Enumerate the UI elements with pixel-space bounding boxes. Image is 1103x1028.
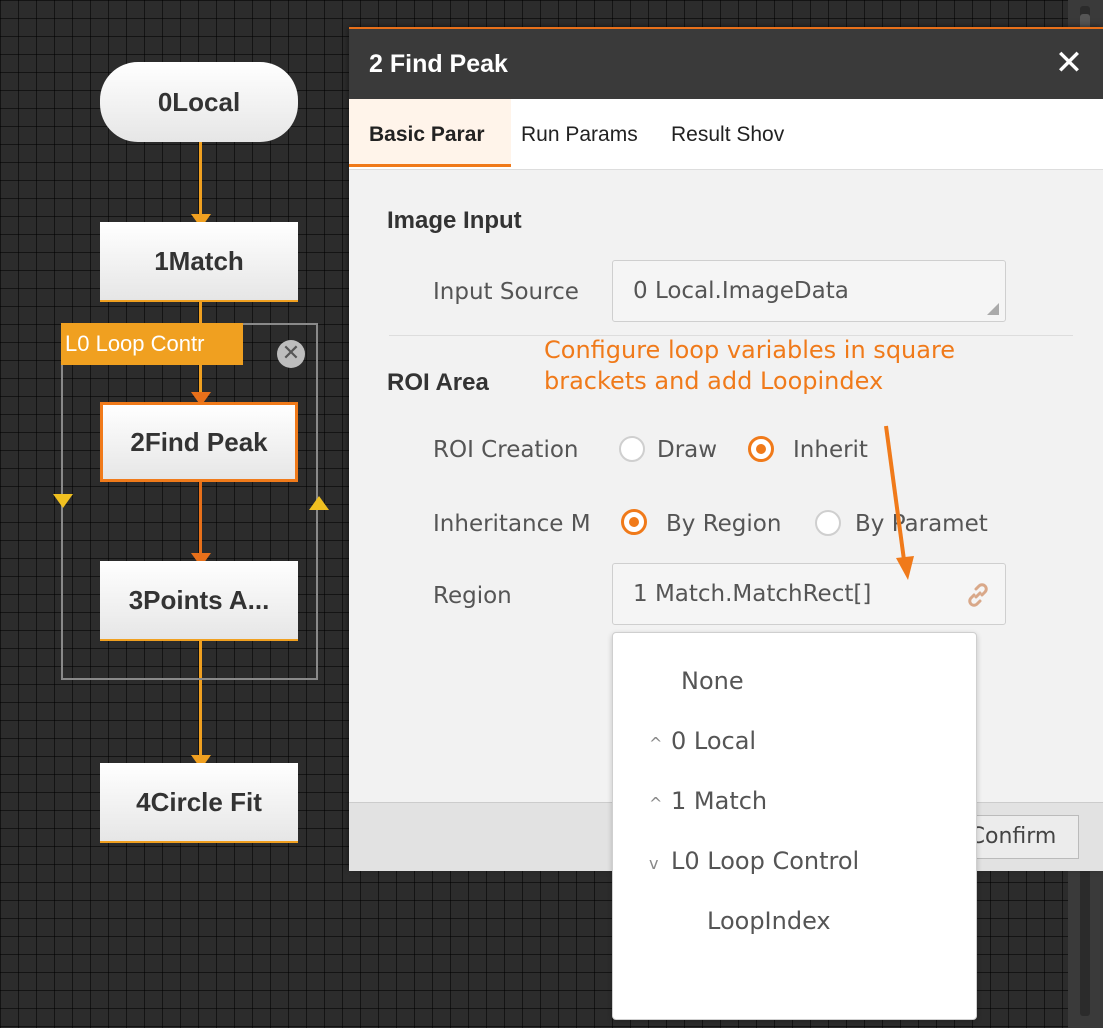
- input-source-select[interactable]: 0 Local.ImageData: [612, 260, 1006, 322]
- radio-by-parameter[interactable]: [815, 510, 841, 536]
- radio-by-region[interactable]: [621, 509, 647, 535]
- tab-bar: Basic Parar Run Params Result Shov: [349, 99, 1103, 170]
- annotation-arrow: [884, 425, 914, 580]
- tab-result-show[interactable]: Result Shov: [671, 99, 809, 167]
- radio-by-region-label[interactable]: By Region: [666, 511, 781, 537]
- tab-basic-params[interactable]: Basic Parar: [349, 99, 511, 167]
- dropdown-item-label: L0 Loop Control: [671, 847, 860, 875]
- flow-node-find-peak[interactable]: 2Find Peak: [100, 402, 298, 482]
- dropdown-item-label: 1 Match: [671, 787, 768, 815]
- region-label: Region: [433, 583, 512, 609]
- tab-run-params[interactable]: Run Params: [521, 99, 655, 167]
- flow-node-match[interactable]: 1Match: [100, 222, 298, 302]
- dropdown-corner-icon: [987, 303, 999, 315]
- roi-creation-label: ROI Creation: [433, 437, 579, 463]
- link-icon[interactable]: [965, 582, 991, 608]
- roi-area-heading: ROI Area: [387, 369, 489, 396]
- dropdown-item-loop-control[interactable]: v L0 Loop Control: [649, 847, 859, 875]
- close-icon[interactable]: ✕: [1049, 45, 1089, 81]
- input-source-value: 0 Local.ImageData: [633, 278, 849, 304]
- chevron-up-icon: ^: [649, 794, 663, 813]
- dropdown-item-label: LoopIndex: [707, 907, 831, 935]
- inheritance-mode-label: Inheritance M: [433, 511, 591, 537]
- radio-inherit[interactable]: [748, 436, 774, 462]
- dropdown-item-loopindex[interactable]: LoopIndex: [707, 907, 831, 935]
- flow-node-local[interactable]: 0Local: [100, 62, 298, 142]
- loop-control-label[interactable]: L0 Loop Contr: [61, 323, 243, 365]
- annotation-text: Configure loop variables in square brack…: [544, 336, 956, 395]
- region-dropdown-menu: None ^ 0 Local ^ 1 Match v L0 Loop Control …: [612, 632, 977, 1020]
- loop-entry-marker: [53, 494, 73, 508]
- region-value: 1 Match.MatchRect[]: [633, 581, 872, 607]
- dropdown-item-match[interactable]: ^ 1 Match: [649, 787, 767, 815]
- radio-inherit-label[interactable]: Inherit: [793, 437, 868, 463]
- loop-remove-icon[interactable]: ✕: [277, 340, 305, 368]
- image-input-heading: Image Input: [387, 207, 522, 234]
- dialog-titlebar: 2 Find Peak ✕: [349, 29, 1103, 99]
- radio-draw[interactable]: [619, 436, 645, 462]
- input-source-label: Input Source: [433, 279, 579, 305]
- flow-node-circle-fit[interactable]: 4Circle Fit: [100, 763, 298, 843]
- radio-draw-label[interactable]: Draw: [657, 437, 717, 463]
- flow-node-points[interactable]: 3Points A...: [100, 561, 298, 641]
- chevron-down-icon: v: [649, 854, 659, 873]
- loop-return-marker: [309, 496, 329, 510]
- dropdown-item-label: None: [681, 667, 744, 695]
- chevron-up-icon: ^: [649, 734, 663, 753]
- dropdown-item-label: 0 Local: [671, 727, 757, 755]
- region-input[interactable]: 1 Match.MatchRect[]: [612, 563, 1006, 625]
- dropdown-item-local[interactable]: ^ 0 Local: [649, 727, 756, 755]
- dropdown-item-none[interactable]: None: [681, 667, 744, 695]
- connector-0-1: [199, 138, 202, 222]
- dialog-title: 2 Find Peak: [369, 50, 508, 78]
